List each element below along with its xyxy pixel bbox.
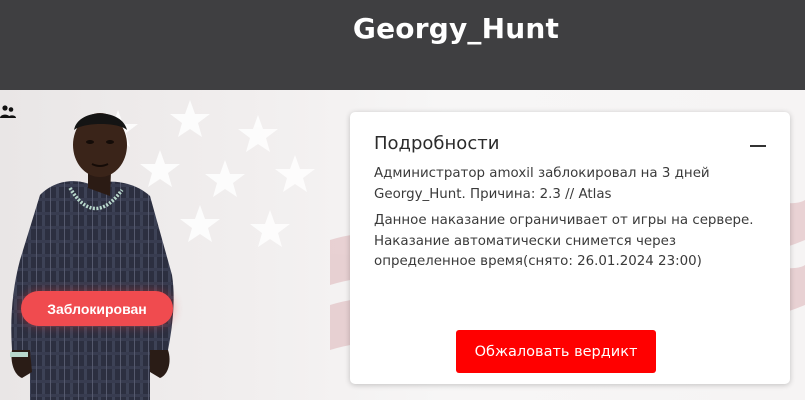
player-name: Georgy_Hunt <box>352 12 560 45</box>
player-avatar <box>10 113 174 400</box>
punishment-notice: Данное наказание ограничивает от игры на… <box>374 213 754 269</box>
details-card: Подробности Администратор amoxil заблоки… <box>350 112 790 384</box>
appeal-button[interactable]: Обжаловать вердикт <box>456 330 656 373</box>
ban-message: Администратор amoxil заблокировал на 3 д… <box>374 166 710 202</box>
minus-icon[interactable] <box>750 145 766 147</box>
status-badge: Заблокирован <box>21 291 173 326</box>
header-bar: Georgy_Hunt <box>0 0 805 90</box>
card-title: Подробности <box>374 133 500 154</box>
